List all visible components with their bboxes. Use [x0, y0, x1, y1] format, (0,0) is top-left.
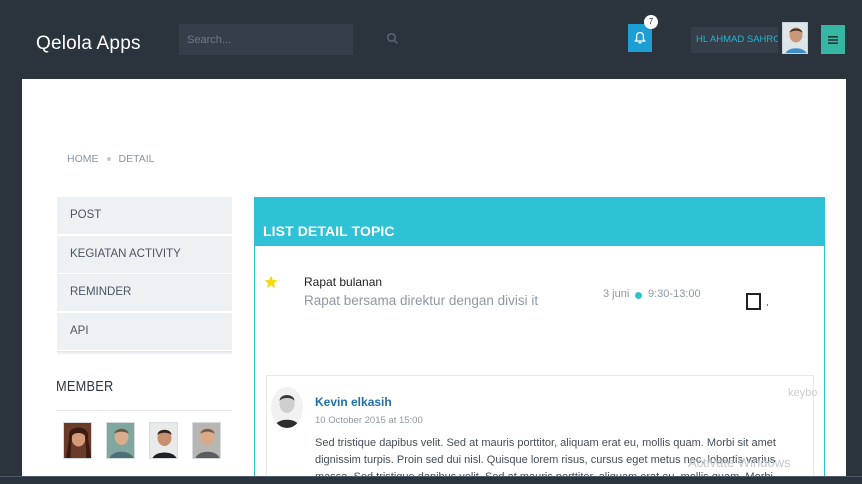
- topic-description: Rapat bersama direktur dengan divisi it: [304, 293, 539, 308]
- star-icon[interactable]: [264, 275, 278, 289]
- main-content: HOME DETAIL POST KEGIATAN ACTIVITY REMIN…: [22, 79, 846, 476]
- comment-avatar[interactable]: [271, 387, 303, 428]
- side-menu-shadow: [57, 351, 232, 355]
- side-menu: POST KEGIATAN ACTIVITY REMINDER API: [57, 197, 232, 355]
- activate-windows-watermark: Activate Windows: [688, 455, 791, 470]
- search-icon[interactable]: [386, 32, 400, 46]
- topic-title[interactable]: Rapat bulanan: [304, 275, 382, 289]
- member-divider: [56, 410, 232, 411]
- member-list: [63, 422, 221, 459]
- search-input[interactable]: [179, 24, 353, 55]
- member-photo: [107, 423, 134, 458]
- bottom-border: [0, 476, 862, 477]
- watermark-text: keybo: [788, 387, 818, 399]
- search-box[interactable]: [179, 24, 353, 55]
- member-photo: [193, 423, 220, 458]
- breadcrumb: HOME DETAIL: [67, 153, 154, 165]
- topic-trailing-mark: ,: [766, 297, 769, 307]
- avatar-photo: [783, 23, 807, 53]
- top-navbar: Qelola Apps 7 HL AHMAD SAHROJI: [0, 0, 862, 79]
- breadcrumb-home[interactable]: HOME: [67, 153, 99, 165]
- breadcrumb-detail: DETAIL: [118, 153, 155, 165]
- member-photo: [150, 423, 177, 458]
- sidebar-item-post[interactable]: POST: [57, 197, 232, 234]
- topic-date: 3 juni: [603, 288, 630, 300]
- bell-icon: [634, 31, 646, 44]
- member-photo: [64, 423, 91, 458]
- notification-count-badge: 7: [644, 15, 658, 29]
- menu-toggle-button[interactable]: [821, 25, 845, 54]
- member-section-title: MEMBER: [56, 378, 114, 395]
- member-avatar[interactable]: [149, 422, 178, 459]
- member-avatar[interactable]: [192, 422, 221, 459]
- topic-time: 9:30-13:00: [648, 288, 701, 300]
- member-avatar[interactable]: [63, 422, 92, 459]
- comment-date: 10 October 2015 at 15:00: [315, 415, 423, 426]
- breadcrumb-separator: [106, 157, 111, 161]
- topic-card: LIST DETAIL TOPIC Rapat bulanan Rapat be…: [254, 197, 825, 476]
- topic-status-dot: [635, 292, 642, 299]
- app-title[interactable]: Qelola Apps: [36, 33, 141, 55]
- member-avatar[interactable]: [106, 422, 135, 459]
- sidebar-item-kegiatan-activity[interactable]: KEGIATAN ACTIVITY: [57, 235, 232, 273]
- sidebar-item-api[interactable]: API: [57, 312, 232, 350]
- user-name[interactable]: HL AHMAD SAHROJI: [691, 27, 778, 53]
- comment-author[interactable]: Kevin elkasih: [315, 395, 392, 409]
- sidebar-item-reminder[interactable]: REMINDER: [57, 274, 232, 311]
- user-avatar[interactable]: [782, 22, 808, 54]
- comment-author-photo: [271, 387, 303, 428]
- hamburger-icon: [828, 35, 838, 44]
- topic-checkbox[interactable]: [746, 293, 761, 310]
- card-title: LIST DETAIL TOPIC: [255, 198, 824, 246]
